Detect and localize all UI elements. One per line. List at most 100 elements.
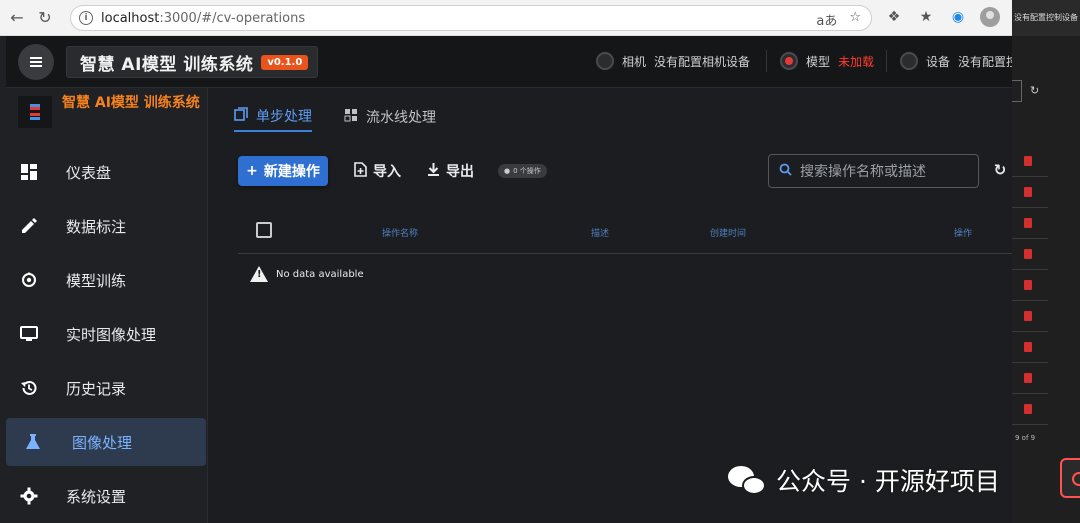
sidebar-item-training[interactable]: 模型训练 <box>6 256 206 304</box>
url-text: localhost:3000/#/cv-operations <box>101 10 306 26</box>
sidebar-item-label: 图像处理 <box>72 433 133 452</box>
background-refresh-icon: ↻ <box>1030 84 1040 97</box>
monitor-icon <box>20 325 38 343</box>
select-all-checkbox[interactable] <box>256 222 272 238</box>
status-divider <box>886 50 887 72</box>
device-status-value: 没有配置控 <box>958 54 1012 69</box>
camera-status-icon <box>596 52 614 70</box>
new-operation-label: 新建操作 <box>263 164 320 180</box>
camera-status-value: 没有配置相机设备 <box>654 54 751 69</box>
device-status[interactable]: 设备 没有配置控 <box>900 52 1012 70</box>
reload-icon[interactable]: ↻ <box>34 7 56 29</box>
model-status-value: 未加载 <box>838 54 875 69</box>
tab-label: 流水线处理 <box>366 110 436 126</box>
app-window: 智慧 AI模型 训练系统 v0.1.0 相机 没有配置相机设备 模型 未加载 设… <box>6 36 1012 523</box>
background-row <box>1012 394 1048 425</box>
camera-status[interactable]: 相机 没有配置相机设备 <box>596 52 750 70</box>
search-placeholder: 搜索操作名称或描述 <box>800 164 926 180</box>
background-row <box>1012 208 1048 239</box>
read-aloud-icon[interactable]: aあ <box>816 10 837 29</box>
favorite-star-icon[interactable]: ☆ <box>849 10 861 29</box>
menu-button[interactable] <box>18 44 54 80</box>
camera-status-label: 相机 <box>622 54 647 69</box>
sidebar-brand: 智慧 AI模型 训练系统 <box>18 92 204 142</box>
sidebar-item-label: 系统设置 <box>66 487 127 506</box>
file-import-icon <box>354 161 367 181</box>
import-label: 导入 <box>373 164 401 180</box>
delete-icon <box>1024 311 1032 321</box>
sidebar-item-annotation[interactable]: 数据标注 <box>6 202 206 250</box>
empty-state-text: No data available <box>276 268 364 280</box>
sidebar-item-dashboard[interactable]: 仪表盘 <box>6 148 206 196</box>
edge-icon[interactable]: ◉ <box>948 7 968 27</box>
table-header: 操作名称 描述 创建时间 操作 <box>238 210 1012 254</box>
delete-icon <box>1024 280 1032 290</box>
tab-single-step[interactable]: 单步处理 <box>234 102 312 132</box>
wechat-icon <box>728 464 768 496</box>
watermark: 公众号 · 开源好项目 <box>728 462 1000 498</box>
delete-icon <box>1024 218 1032 228</box>
watermark-text: 公众号 · 开源好项目 <box>776 467 1000 496</box>
delete-icon <box>1024 404 1032 414</box>
background-window: 没有配置控制设备 ↻ 9 of 9 <box>1012 0 1080 523</box>
gear-icon <box>20 487 38 505</box>
background-row <box>1012 239 1048 270</box>
export-button[interactable]: 导出 <box>427 160 474 182</box>
tab-pipeline[interactable]: 流水线处理 <box>344 102 436 132</box>
site-info-icon[interactable]: i <box>79 11 93 25</box>
column-header-name[interactable]: 操作名称 <box>382 226 418 239</box>
background-fab <box>1060 458 1080 498</box>
plus-icon: + <box>246 163 258 179</box>
empty-state: No data available <box>250 266 364 282</box>
device-status-label: 设备 <box>926 54 951 69</box>
column-header-description[interactable]: 描述 <box>591 226 609 239</box>
sidebar: 智慧 AI模型 训练系统 仪表盘 数据标注 模型训练 实时图像处理 历史记录 图… <box>6 88 208 523</box>
column-header-actions: 操作 <box>954 229 973 239</box>
extensions-icon[interactable]: ❖ <box>884 7 904 27</box>
background-row <box>1012 332 1048 363</box>
model-status[interactable]: 模型 未加载 <box>780 52 874 70</box>
new-operation-button[interactable]: + 新建操作 <box>238 156 328 186</box>
column-header-created[interactable]: 创建时间 <box>710 226 746 239</box>
profile-avatar[interactable] <box>980 7 1000 27</box>
sidebar-item-settings[interactable]: 系统设置 <box>6 472 206 520</box>
pencil-icon <box>20 217 38 235</box>
refresh-icon[interactable]: ↻ <box>990 160 1010 180</box>
background-row <box>1012 270 1048 301</box>
app-title: 智慧 AI模型 训练系统 <box>80 54 254 75</box>
background-row <box>1012 301 1048 332</box>
sidebar-item-image-processing[interactable]: 图像处理 <box>6 418 206 466</box>
main-content: 单步处理 流水线处理 + 新建操作 导入 导出 ● 0 个操作 搜索操作名称或描… <box>208 88 1012 523</box>
history-icon <box>20 379 38 397</box>
copy-icon <box>234 107 248 125</box>
search-icon <box>779 163 792 180</box>
app-title-box: 智慧 AI模型 训练系统 v0.1.0 <box>66 46 318 78</box>
sidebar-brand-title: 智慧 AI模型 训练系统 <box>62 95 200 111</box>
sidebar-item-realtime[interactable]: 实时图像处理 <box>6 310 206 358</box>
import-button[interactable]: 导入 <box>354 160 401 182</box>
sidebar-item-label: 历史记录 <box>66 379 127 398</box>
export-label: 导出 <box>446 164 474 180</box>
app-logo <box>18 96 52 128</box>
app-header: 智慧 AI模型 训练系统 v0.1.0 相机 没有配置相机设备 模型 未加载 设… <box>6 36 1012 88</box>
search-input[interactable]: 搜索操作名称或描述 <box>768 154 979 188</box>
favorites-icon[interactable]: ★ <box>916 7 936 27</box>
address-bar[interactable]: i localhost:3000/#/cv-operations aあ ☆ <box>70 5 872 31</box>
operation-count-label: 0 个操作 <box>513 167 541 175</box>
training-icon <box>20 271 38 289</box>
sidebar-item-history[interactable]: 历史记录 <box>6 364 206 412</box>
sidebar-item-label: 模型训练 <box>66 271 127 290</box>
background-search-input <box>1012 80 1022 102</box>
background-row <box>1012 177 1048 208</box>
device-status-icon <box>900 52 918 70</box>
user-icon: ● <box>504 167 511 175</box>
sidebar-item-label: 仪表盘 <box>66 163 112 182</box>
delete-icon <box>1024 249 1032 259</box>
delete-icon <box>1024 187 1032 197</box>
warning-icon <box>250 266 268 282</box>
model-status-label: 模型 <box>806 54 831 69</box>
delete-icon <box>1024 373 1032 383</box>
back-icon[interactable]: ← <box>6 7 28 29</box>
flask-icon <box>24 433 42 451</box>
download-icon <box>427 162 440 181</box>
